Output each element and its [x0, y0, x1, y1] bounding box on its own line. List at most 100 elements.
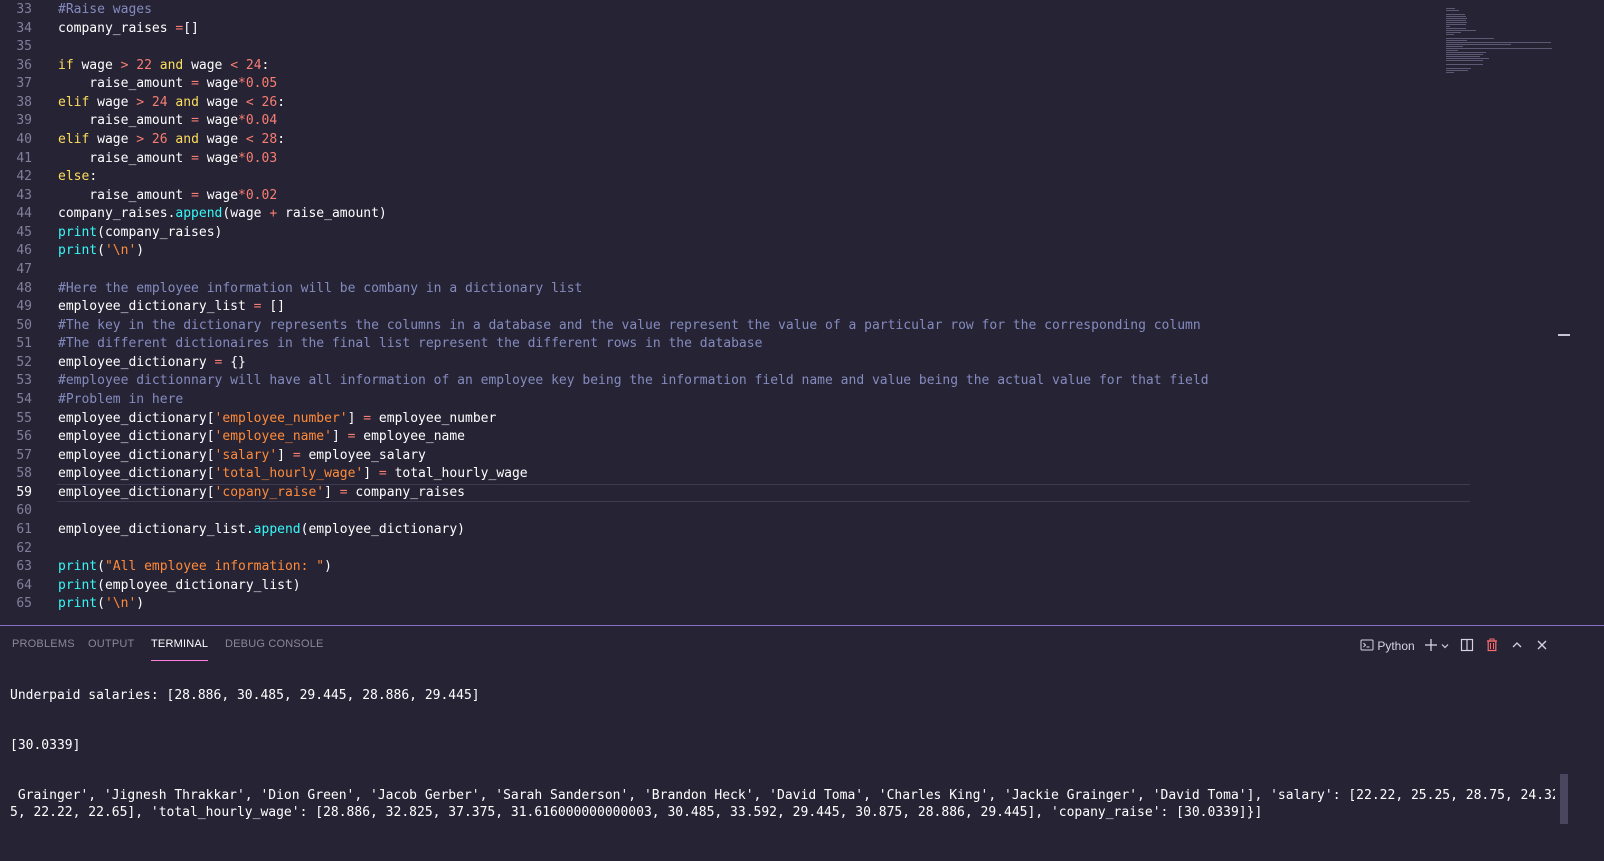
code-line[interactable]: 39 raise_amount = wage*0.04 — [0, 112, 1470, 131]
minimap-line — [1446, 16, 1467, 17]
code-line[interactable]: 59 employee_dictionary['copany_raise'] = … — [0, 483, 1470, 503]
code-editor[interactable]: 33 #Raise wages 34 company_raises =[] 35 36 if… — [0, 0, 1604, 636]
terminal-profile-button[interactable]: Python — [1360, 636, 1415, 656]
line-number: 43 — [16, 187, 32, 203]
code-line[interactable]: 57 employee_dictionary['salary'] = employ… — [0, 447, 1470, 466]
code-line[interactable]: 62 — [0, 540, 1470, 559]
scrollbar-position-marker[interactable] — [1558, 334, 1570, 336]
tab-output[interactable]: OUTPUT — [88, 638, 134, 650]
kill-terminal-button[interactable] — [1485, 636, 1499, 656]
minimap-line — [1446, 72, 1454, 73]
terminal-line: Underpaid salaries: [28.886, 30.485, 29.… — [10, 688, 480, 703]
code-line[interactable]: 46 print('\n') — [0, 242, 1470, 261]
code-token: '\n' — [104, 243, 137, 259]
terminal-dropdown-button[interactable] — [1440, 636, 1450, 656]
code-token: raise_amount) — [277, 206, 387, 222]
code-token: wage — [198, 187, 239, 203]
split-terminal-button[interactable] — [1460, 636, 1474, 656]
minimap-line — [1446, 14, 1466, 15]
code-token: print — [58, 596, 98, 612]
code-line[interactable]: 48 #Here the employee information will be… — [0, 280, 1470, 299]
code-text: #employee dictionnary will have all info… — [58, 372, 1209, 391]
code-line[interactable]: 38 elif wage > 24 and wage < 26: — [0, 94, 1470, 113]
maximize-panel-button[interactable] — [1511, 636, 1523, 656]
line-number: 46 — [16, 243, 32, 259]
code-token: "All employee information: " — [104, 559, 325, 575]
code-line[interactable]: 52 employee_dictionary = {} — [0, 354, 1470, 373]
code-line[interactable]: 41 raise_amount = wage*0.03 — [0, 150, 1470, 169]
minimap-line — [1446, 50, 1458, 51]
code-token: print — [58, 577, 98, 593]
panel-tabs: PROBLEMS OUTPUT TERMINAL DEBUG CONSOLE — [0, 626, 700, 662]
minimap-line — [1446, 64, 1484, 65]
code-line[interactable]: 47 — [0, 261, 1470, 280]
code-token: < — [245, 94, 254, 110]
code-line[interactable]: 55 employee_dictionary['employee_number']… — [0, 410, 1470, 429]
code-token: = — [378, 466, 387, 482]
code-line[interactable]: 45 print(company_raises) — [0, 224, 1470, 243]
minimap-line — [1446, 22, 1467, 23]
code-line[interactable]: 43 raise_amount = wage*0.02 — [0, 187, 1470, 206]
code-line[interactable]: 33 #Raise wages — [0, 1, 1470, 20]
code-text: #The key in the dictionary represents th… — [58, 317, 1201, 336]
code-line[interactable]: 64 print(employee_dictionary_list) — [0, 577, 1470, 596]
line-number: 36 — [16, 57, 32, 73]
code-line[interactable]: 60 — [0, 502, 1470, 521]
code-line[interactable]: 51 #The different dictionaires in the fin… — [0, 335, 1470, 354]
code-line[interactable]: 40 elif wage > 26 and wage < 28: — [0, 131, 1470, 150]
code-line[interactable]: 50 #The key in the dictionary represents … — [0, 317, 1470, 336]
code-token: wage — [183, 57, 231, 73]
code-token: employee_dictionary[ — [58, 466, 215, 482]
line-number: 65 — [16, 596, 32, 612]
chevron-up-icon — [1512, 642, 1522, 648]
minimap-line — [1446, 52, 1487, 53]
minimap-line — [1446, 48, 1552, 49]
code-token: 24 — [144, 94, 176, 110]
minimap-line — [1446, 24, 1467, 25]
code-line[interactable]: 36 if wage > 22 and wage < 24: — [0, 57, 1470, 76]
code-token: employee_dictionary[ — [58, 429, 215, 445]
code-token: 0.05 — [245, 76, 278, 92]
code-line[interactable]: 44 company_raises.append(wage + raise_amo… — [0, 205, 1470, 224]
tab-terminal[interactable]: TERMINAL — [151, 638, 209, 661]
code-text: employee_dictionary['salary'] = employee… — [58, 447, 426, 466]
code-token: raise_amount — [58, 76, 192, 92]
line-number: 42 — [16, 169, 32, 185]
code-text: raise_amount = wage*0.03 — [58, 150, 277, 169]
code-token: > — [136, 94, 145, 110]
terminal-scrollbar[interactable] — [1560, 774, 1568, 824]
code-text: print(employee_dictionary_list) — [58, 577, 301, 596]
code-line[interactable]: 35 — [0, 38, 1470, 57]
tab-debug-console[interactable]: DEBUG CONSOLE — [225, 638, 324, 650]
code-token: [] — [261, 299, 285, 315]
code-token: (company_raises) — [97, 224, 223, 240]
code-token: ] — [347, 410, 364, 426]
line-number: 48 — [16, 280, 32, 296]
code-token: '\n' — [104, 596, 137, 612]
code-line[interactable]: 65 print('\n') — [0, 595, 1470, 614]
code-token: wage — [198, 94, 246, 110]
code-token: 'total_hourly_wage' — [214, 466, 364, 482]
new-terminal-button[interactable] — [1424, 636, 1438, 656]
close-panel-button[interactable] — [1536, 636, 1548, 656]
code-line[interactable]: 34 company_raises =[] — [0, 20, 1470, 39]
code-line[interactable]: 42 else: — [0, 168, 1470, 187]
code-token: raise_amount — [58, 187, 192, 203]
code-line[interactable]: 61 employee_dictionary_list.append(employ… — [0, 521, 1470, 540]
code-line[interactable]: 58 employee_dictionary['total_hourly_wage… — [0, 465, 1470, 484]
tab-problems[interactable]: PROBLEMS — [12, 638, 75, 650]
code-token: and — [175, 94, 199, 110]
code-line[interactable]: 56 employee_dictionary['employee_name'] =… — [0, 428, 1470, 447]
code-line[interactable]: 53 #employee dictionnary will have all in… — [0, 372, 1470, 391]
code-line[interactable]: 63 print("All employee information: ") — [0, 558, 1470, 577]
code-line[interactable]: 49 employee_dictionary_list = [] — [0, 298, 1470, 317]
code-text: print(company_raises) — [58, 224, 222, 243]
code-token: = — [292, 447, 301, 463]
code-token: (employee_dictionary) — [300, 521, 466, 537]
code-token: = — [191, 113, 199, 129]
minimap[interactable] — [1446, 0, 1558, 73]
code-token: ) — [136, 243, 145, 259]
code-line[interactable]: 54 #Problem in here — [0, 391, 1470, 410]
code-line[interactable]: 37 raise_amount = wage*0.05 — [0, 75, 1470, 94]
minimap-line — [1446, 58, 1490, 59]
